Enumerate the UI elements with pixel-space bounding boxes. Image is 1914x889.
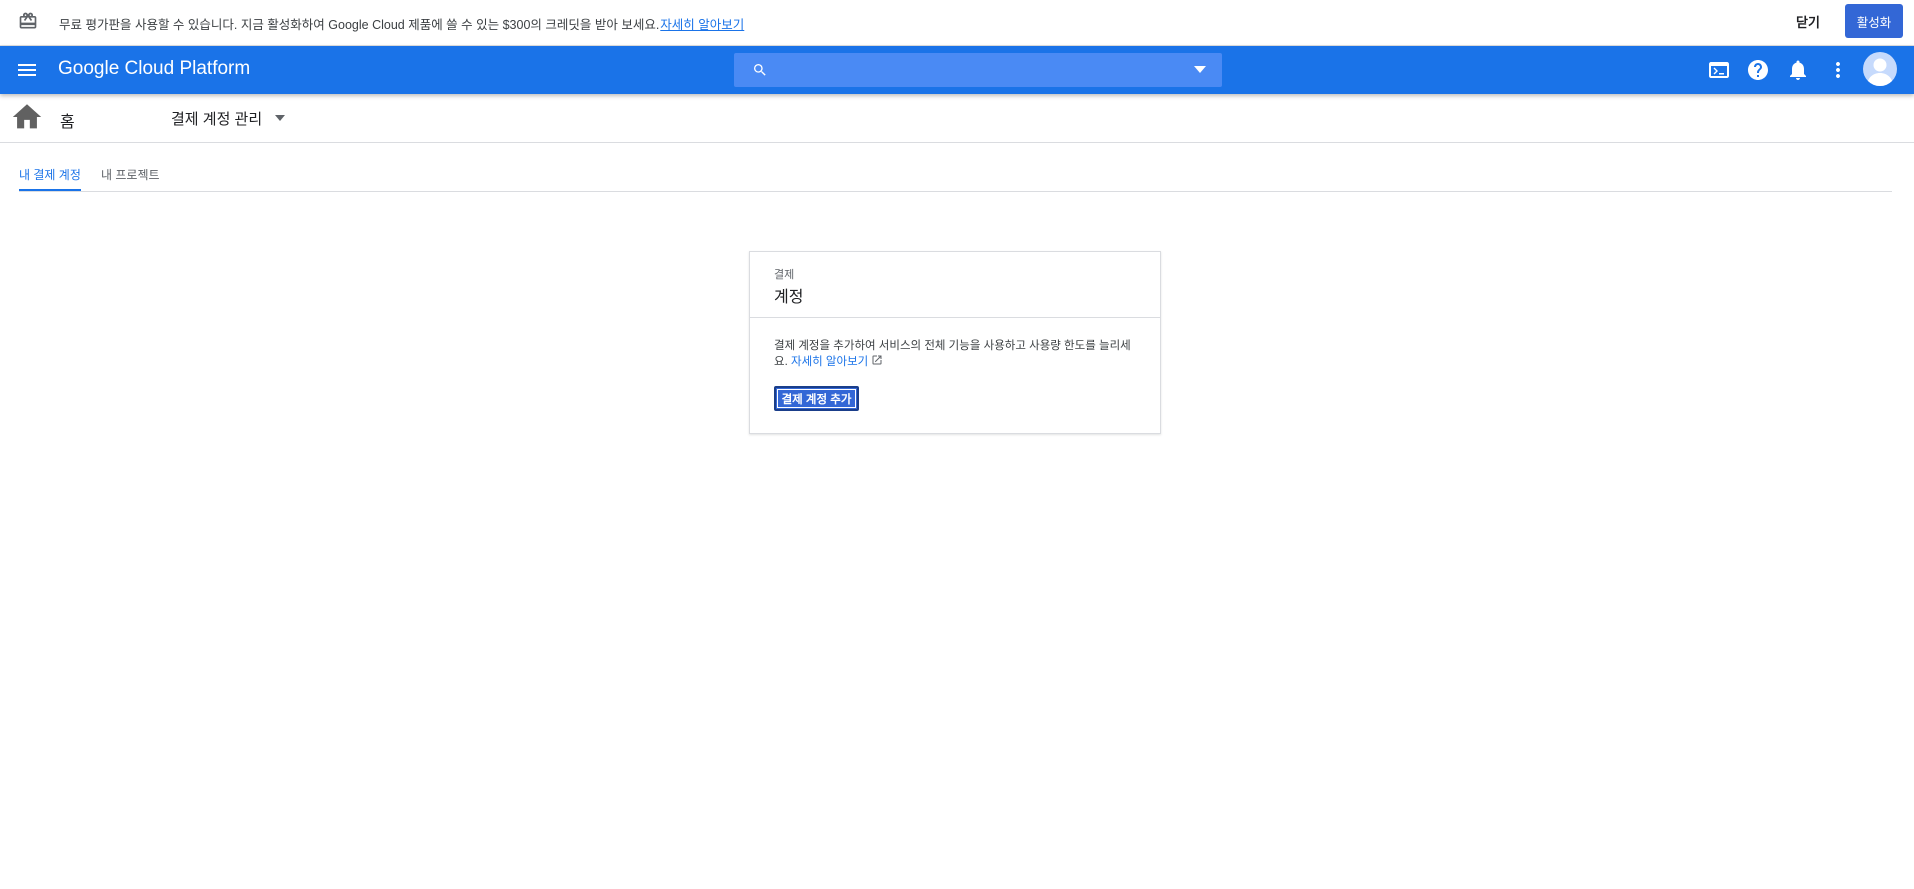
home-label[interactable]: 홈 <box>60 108 75 132</box>
card-header: 결제 계정 <box>750 252 1160 318</box>
card-description: 결제 계정을 추가하여 서비스의 전체 기능을 사용하고 사용량 한도를 늘리세… <box>774 338 1144 370</box>
menu-icon[interactable] <box>15 58 39 82</box>
activate-button[interactable]: 활성화 <box>1845 4 1903 38</box>
banner-learn-more-link[interactable]: 자세히 알아보기 <box>660 18 744 32</box>
add-billing-account-button[interactable]: 결제 계정 추가 <box>774 386 859 411</box>
search-box[interactable] <box>734 53 1222 87</box>
help-icon[interactable] <box>1746 58 1770 82</box>
banner-message-text: 무료 평가판을 사용할 수 있습니다. 지금 활성화하여 Google Clou… <box>59 18 660 32</box>
billing-account-card: 결제 계정 결제 계정을 추가하여 서비스의 전체 기능을 사용하고 사용량 한… <box>749 251 1161 434</box>
card-supertitle: 결제 <box>774 269 795 281</box>
tab-my-projects[interactable]: 내 프로젝트 <box>101 166 160 189</box>
external-link-icon <box>872 355 882 365</box>
search-dropdown-icon[interactable] <box>1193 64 1207 76</box>
breadcrumb: 홈 결제 계정 관리 <box>0 94 1914 143</box>
brand-title[interactable]: Google Cloud Platform <box>58 58 250 80</box>
account-icon <box>1867 58 1893 86</box>
more-vert-icon[interactable] <box>1826 58 1850 82</box>
trial-banner: 무료 평가판을 사용할 수 있습니다. 지금 활성화하여 Google Clou… <box>0 0 1914 46</box>
banner-message: 무료 평가판을 사용할 수 있습니다. 지금 활성화하여 Google Clou… <box>59 14 744 33</box>
billing-account-selector[interactable]: 결제 계정 관리 <box>171 108 262 129</box>
search-input[interactable] <box>778 53 1158 87</box>
gift-icon <box>19 12 37 29</box>
card-title: 계정 <box>774 289 804 306</box>
app-header: Google Cloud Platform <box>0 46 1914 94</box>
account-avatar[interactable] <box>1863 52 1897 86</box>
search-icon <box>754 64 766 76</box>
close-button[interactable]: 닫기 <box>1796 12 1820 31</box>
card-learn-more-label: 자세히 알아보기 <box>790 356 869 368</box>
tab-my-billing-accounts[interactable]: 내 결제 계정 <box>19 166 81 191</box>
chevron-down-icon[interactable] <box>274 114 286 122</box>
cloud-shell-icon[interactable] <box>1707 58 1731 82</box>
notifications-icon[interactable] <box>1786 58 1810 82</box>
tab-bar: 내 결제 계정 내 프로젝트 <box>19 143 1892 192</box>
home-icon[interactable] <box>10 100 44 134</box>
card-learn-more-link[interactable]: 자세히 알아보기 <box>790 355 883 368</box>
